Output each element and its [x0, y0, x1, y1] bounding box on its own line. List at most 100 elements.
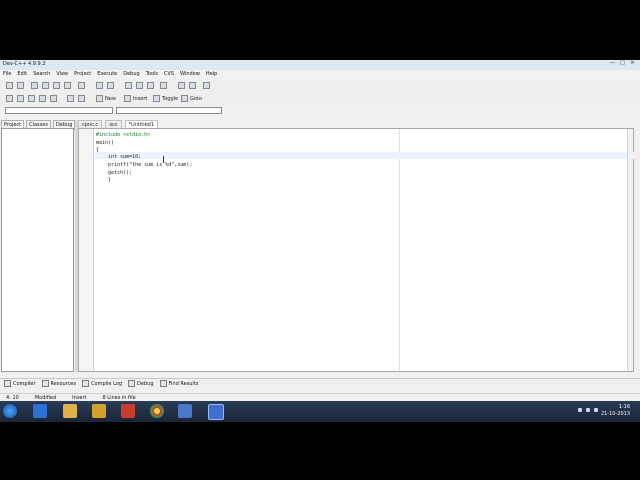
help-icon[interactable] [67, 95, 74, 102]
new-item-icon[interactable] [96, 95, 103, 102]
menu-debug[interactable]: Debug [123, 70, 139, 79]
system-tray [578, 408, 598, 412]
cursor-position: 4: 10 [6, 395, 19, 401]
screen: Dev-C++ 4.9.9.2 — □ ✕ File Edit Search V… [0, 60, 640, 422]
about-icon[interactable] [78, 95, 85, 102]
tab-debug-output[interactable]: Debug [128, 379, 154, 388]
menu-file[interactable]: File [3, 70, 11, 79]
clock[interactable]: 1:16 21-10-2013 [601, 404, 630, 418]
current-line-highlight [94, 152, 634, 159]
save-icon[interactable] [31, 82, 38, 89]
menu-project[interactable]: Project [74, 70, 91, 79]
redo-icon[interactable] [107, 82, 114, 89]
replace-icon[interactable] [136, 82, 143, 89]
class-combo[interactable] [5, 107, 113, 114]
internet-explorer-icon[interactable] [33, 404, 47, 418]
lines-info: 8 Lines in file [102, 395, 136, 401]
close-file-icon[interactable] [53, 82, 60, 89]
close-button[interactable]: ✕ [629, 61, 636, 66]
menu-cvs[interactable]: CVS [164, 70, 174, 79]
insert-mode: Insert [72, 395, 87, 401]
undo-icon[interactable] [96, 82, 103, 89]
taskbar: 1:16 21-10-2013 [0, 401, 640, 422]
find-icon[interactable] [125, 82, 132, 89]
title-bar: Dev-C++ 4.9.9.2 — □ ✕ [0, 60, 640, 70]
code-line: { [96, 147, 100, 153]
window-controls: — □ ✕ [609, 61, 636, 66]
code-line: } [96, 177, 112, 183]
minimize-button[interactable]: — [609, 61, 616, 66]
clock-date: 21-10-2013 [600, 411, 630, 417]
active-app-icon[interactable] [208, 404, 224, 420]
clock-time: 1:16 [618, 404, 630, 410]
run-icon[interactable] [17, 95, 24, 102]
network-icon[interactable] [586, 408, 590, 412]
print-preview-icon[interactable] [78, 82, 85, 89]
secondary-toolbar: New Insert Toggle Goto [0, 93, 640, 105]
find-results-icon [159, 380, 167, 387]
right-margin [399, 129, 400, 371]
volume-icon[interactable] [594, 408, 598, 412]
compiler-icon [4, 380, 11, 387]
menu-search[interactable]: Search [33, 70, 50, 79]
find-next-icon[interactable] [147, 82, 154, 89]
goto-bookmark-icon[interactable] [181, 95, 188, 102]
code-line: getch(); [96, 170, 133, 176]
goto-label[interactable]: Goto [190, 96, 202, 102]
new-label[interactable]: New [105, 96, 116, 102]
start-button-icon[interactable] [3, 404, 17, 418]
print-icon[interactable] [64, 82, 71, 89]
dev-cpp-icon[interactable] [178, 404, 192, 418]
toggle-bookmark-icon[interactable] [153, 95, 160, 102]
goto-line-icon[interactable] [160, 82, 167, 89]
code-line: int sum=10; [96, 154, 142, 160]
insert-label[interactable]: Insert [133, 96, 147, 102]
output-tabs: Compiler Resources Compile Log Debug Fin… [0, 378, 640, 388]
debug-icon [128, 380, 136, 387]
tab-compile-log[interactable]: Compile Log [82, 379, 122, 388]
menu-view[interactable]: View [56, 70, 68, 79]
tab-debug-output-label: Debug [137, 380, 154, 387]
toggle-label[interactable]: Toggle [162, 96, 178, 102]
insert-icon[interactable] [124, 95, 131, 102]
text-cursor [163, 156, 164, 163]
stop-icon[interactable] [203, 82, 210, 89]
menu-execute[interactable]: Execute [97, 70, 117, 79]
window-title: Dev-C++ 4.9.9.2 [3, 61, 46, 67]
menu-window[interactable]: Window [180, 70, 200, 79]
tray-arrow-icon[interactable] [578, 408, 582, 412]
menu-help[interactable]: Help [206, 70, 217, 79]
code-line: #include <stdio.h> [96, 132, 151, 138]
rebuild-icon[interactable] [39, 95, 46, 102]
tab-resources-label: Resources [50, 380, 77, 387]
new-file-icon[interactable] [6, 82, 13, 89]
tab-compiler[interactable]: Compiler [4, 379, 36, 388]
forward-icon[interactable] [189, 82, 196, 89]
main-toolbar [0, 80, 640, 92]
media-icon[interactable] [121, 404, 135, 418]
open-file-icon[interactable] [17, 82, 24, 89]
modified-status: Modified [34, 395, 57, 401]
tab-compile-log-label: Compile Log [91, 380, 123, 387]
chrome-icon[interactable] [150, 404, 164, 418]
tab-resources[interactable]: Resources [41, 379, 77, 388]
compile-log-icon [82, 380, 90, 387]
editor-scrollbar[interactable] [627, 129, 633, 371]
back-icon[interactable] [178, 82, 185, 89]
menu-bar: File Edit Search View Project Execute De… [0, 70, 640, 79]
media-player-icon[interactable] [92, 404, 106, 418]
compile-run-icon[interactable] [28, 95, 35, 102]
file-explorer-icon[interactable] [63, 404, 77, 418]
project-browser[interactable] [1, 128, 74, 372]
debug-check-icon[interactable] [50, 95, 57, 102]
member-combo[interactable] [116, 107, 222, 114]
code-editor[interactable]: #include <stdio.h> main() { int sum=10; … [78, 128, 634, 372]
menu-tools[interactable]: Tools [146, 70, 158, 79]
line-gutter [79, 129, 94, 371]
tab-find-results[interactable]: Find Results [159, 379, 198, 388]
menu-edit[interactable]: Edit [17, 70, 27, 79]
maximize-button[interactable]: □ [619, 61, 626, 66]
compile-icon[interactable] [6, 95, 13, 102]
code-line: printf("the sum is %d",sum); [96, 162, 193, 168]
save-all-icon[interactable] [42, 82, 49, 89]
